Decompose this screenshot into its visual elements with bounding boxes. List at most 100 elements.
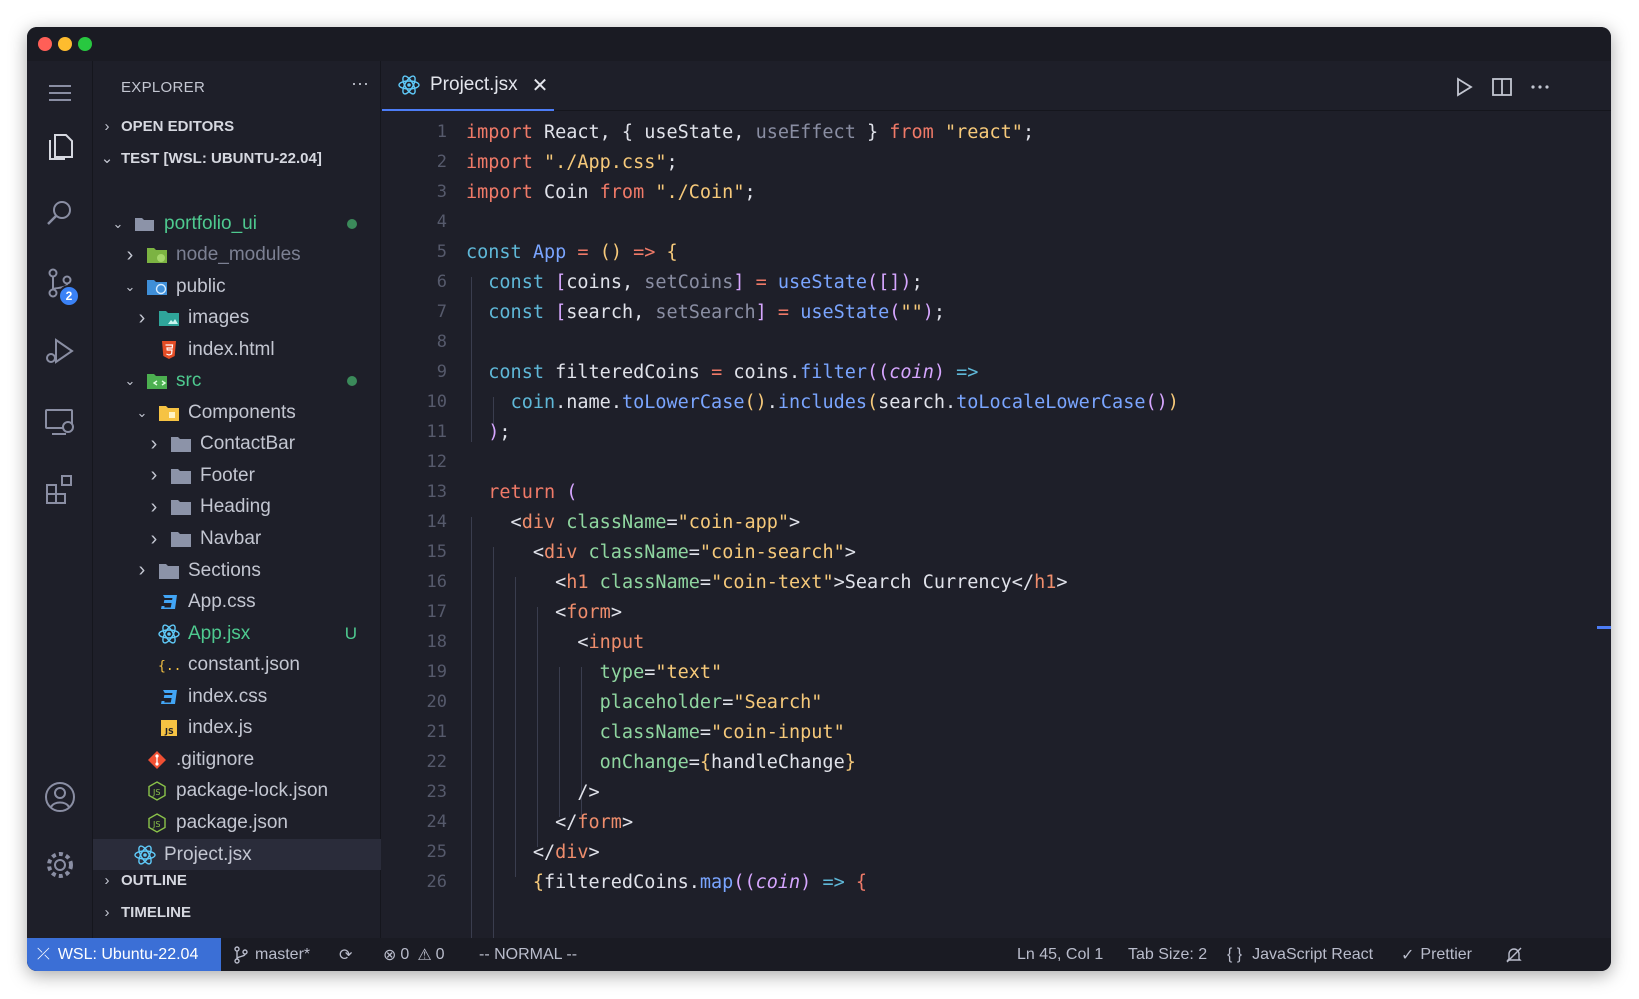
- tree-item[interactable]: JS index.js: [93, 713, 381, 744]
- json-icon: {..}: [157, 654, 181, 676]
- branch-indicator[interactable]: master*: [233, 938, 310, 971]
- tree-item-label: index.css: [188, 685, 268, 707]
- components-folder-icon: [157, 402, 181, 424]
- search-icon[interactable]: [27, 185, 93, 241]
- run-debug-icon[interactable]: [27, 323, 93, 379]
- activity-bar: 2: [27, 61, 93, 938]
- timeline-section[interactable]: › TIMELINE: [93, 897, 381, 927]
- tree-item[interactable]: index.css: [93, 681, 381, 712]
- code-line: className="coin-input": [599, 721, 845, 743]
- remote-indicator[interactable]: ⤫ WSL: Ubuntu-22.04: [27, 938, 221, 971]
- split-editor-icon[interactable]: [1490, 75, 1514, 99]
- tree-item[interactable]: index.html: [93, 334, 381, 365]
- error-icon: ⊗: [383, 946, 397, 964]
- tree-item[interactable]: › Footer: [93, 460, 381, 491]
- images-folder-icon: [157, 307, 181, 329]
- tree-item[interactable]: › Heading: [93, 492, 381, 523]
- node-folder-icon: [145, 244, 169, 266]
- code-line: const filteredCoins = coins.filter((coin…: [488, 361, 979, 383]
- tab-size[interactable]: Tab Size: 2: [1128, 938, 1207, 971]
- more-actions-icon[interactable]: [1528, 75, 1552, 99]
- language-label: JavaScript React: [1252, 945, 1374, 963]
- tree-item[interactable]: App.css: [93, 587, 381, 618]
- code-editor[interactable]: 1 2 3 4 5 6 7 8 9 10 11 12 13 14 15 16 17 18 19 20 21 22 23 24 2…: [382, 112, 1611, 938]
- sync-icon[interactable]: ⟳: [339, 938, 352, 971]
- outline-section[interactable]: › OUTLINE: [93, 865, 381, 895]
- source-control-icon[interactable]: 2: [27, 255, 93, 311]
- react-icon: [157, 623, 181, 645]
- code-line: <div className="coin-app">: [466, 511, 801, 533]
- tree-item-label: Footer: [200, 464, 255, 486]
- notifications-bell-icon[interactable]: [1505, 938, 1523, 971]
- git-status-badge: U: [344, 623, 357, 643]
- remote-explorer-icon[interactable]: [27, 393, 93, 449]
- tree-item[interactable]: › images: [93, 303, 381, 334]
- code-line: <h1 className="coin-text">Search Currenc…: [466, 571, 1068, 593]
- maximize-window-button[interactable]: [78, 37, 92, 51]
- tree-item-label: App.jsx: [188, 622, 251, 644]
- line-number: 4: [382, 207, 1611, 237]
- line-number-label: 8: [436, 332, 447, 352]
- code-line: return (: [488, 481, 578, 503]
- tree-item[interactable]: JS package-lock.json: [93, 776, 381, 807]
- explorer-more-icon[interactable]: ···: [351, 73, 369, 94]
- menu-icon[interactable]: [27, 65, 93, 121]
- account-icon[interactable]: [27, 769, 93, 825]
- remote-icon: ⤫: [37, 945, 50, 963]
- tree-item-label: package.json: [176, 811, 288, 833]
- problems-indicator[interactable]: ⊗ 0 ⚠ 0: [383, 938, 445, 971]
- settings-gear-icon[interactable]: [27, 837, 93, 893]
- tree-item[interactable]: ⌄ src: [93, 366, 381, 397]
- tree-item[interactable]: › ContactBar: [93, 429, 381, 460]
- git-branch-icon: [234, 945, 248, 964]
- open-editors-section[interactable]: › OPEN EDITORS: [93, 111, 381, 141]
- chevron-down-icon: ⌄: [136, 404, 148, 420]
- vscode-window: 2 EXPLORER ··· › OPEN EDITORS ⌄ TEST [WS…: [27, 27, 1611, 971]
- tree-item[interactable]: › Sections: [93, 555, 381, 586]
- chevron-right-icon: ›: [104, 871, 110, 889]
- vim-mode: -- NORMAL --: [479, 945, 578, 963]
- warning-icon: ⚠: [417, 946, 432, 964]
- cursor-position[interactable]: Ln 45, Col 1: [1017, 938, 1103, 971]
- line-number-label: 12: [426, 452, 447, 472]
- open-editors-label: OPEN EDITORS: [121, 117, 235, 135]
- workspace-section[interactable]: ⌄ TEST [WSL: UBUNTU-22.04]: [93, 143, 381, 173]
- src-folder-icon: [145, 370, 169, 392]
- tree-item-label: index.js: [188, 717, 253, 739]
- outline-label: OUTLINE: [121, 871, 187, 889]
- folder-open-icon: [133, 213, 157, 235]
- chevron-right-icon: ›: [138, 559, 146, 582]
- code-line: {filteredCoins.map((coin) => {: [532, 871, 868, 893]
- tree-item[interactable]: JS package.json: [93, 807, 381, 838]
- close-tab-icon[interactable]: ✕: [532, 73, 549, 98]
- modified-dot: [347, 376, 357, 387]
- prettier-indicator[interactable]: ✓ Prettier: [1401, 938, 1472, 971]
- tree-item[interactable]: ⌄ portfolio_ui: [93, 208, 381, 239]
- tree-item[interactable]: ⌄ Components: [93, 397, 381, 428]
- tab-project-jsx[interactable]: Project.jsx ✕: [382, 61, 554, 111]
- tree-item[interactable]: ⌄ public: [93, 271, 381, 302]
- close-window-button[interactable]: [38, 37, 52, 51]
- code-line: <form>: [466, 601, 622, 623]
- tree-item-label: package-lock.json: [176, 780, 329, 802]
- extensions-icon[interactable]: [27, 461, 93, 517]
- tree-item-label: node_modules: [176, 244, 301, 266]
- chevron-right-icon: ›: [138, 306, 146, 329]
- scrollbar-marker[interactable]: [1597, 626, 1611, 629]
- minimize-window-button[interactable]: [58, 37, 72, 51]
- explorer-icon[interactable]: [27, 119, 93, 175]
- code-line: coin.name.toLowerCase().includes(search.…: [510, 391, 1179, 413]
- run-file-icon[interactable]: [1452, 75, 1476, 99]
- code-line: onChange={handleChange}: [599, 751, 856, 773]
- npm-icon: JS: [145, 780, 169, 802]
- code-line: );: [488, 421, 511, 443]
- tree-item[interactable]: .gitignore: [93, 744, 381, 775]
- tree-item-label: public: [176, 275, 226, 297]
- tree-item[interactable]: › Navbar: [93, 524, 381, 555]
- svg-text:JS: JS: [164, 727, 174, 736]
- language-mode[interactable]: { } JavaScript React: [1227, 938, 1373, 971]
- tree-item[interactable]: App.jsx U: [93, 618, 381, 649]
- tree-item[interactable]: › node_modules: [93, 240, 381, 271]
- workspace-label: TEST [WSL: UBUNTU-22.04]: [121, 149, 322, 167]
- tree-item[interactable]: {..} constant.json: [93, 650, 381, 681]
